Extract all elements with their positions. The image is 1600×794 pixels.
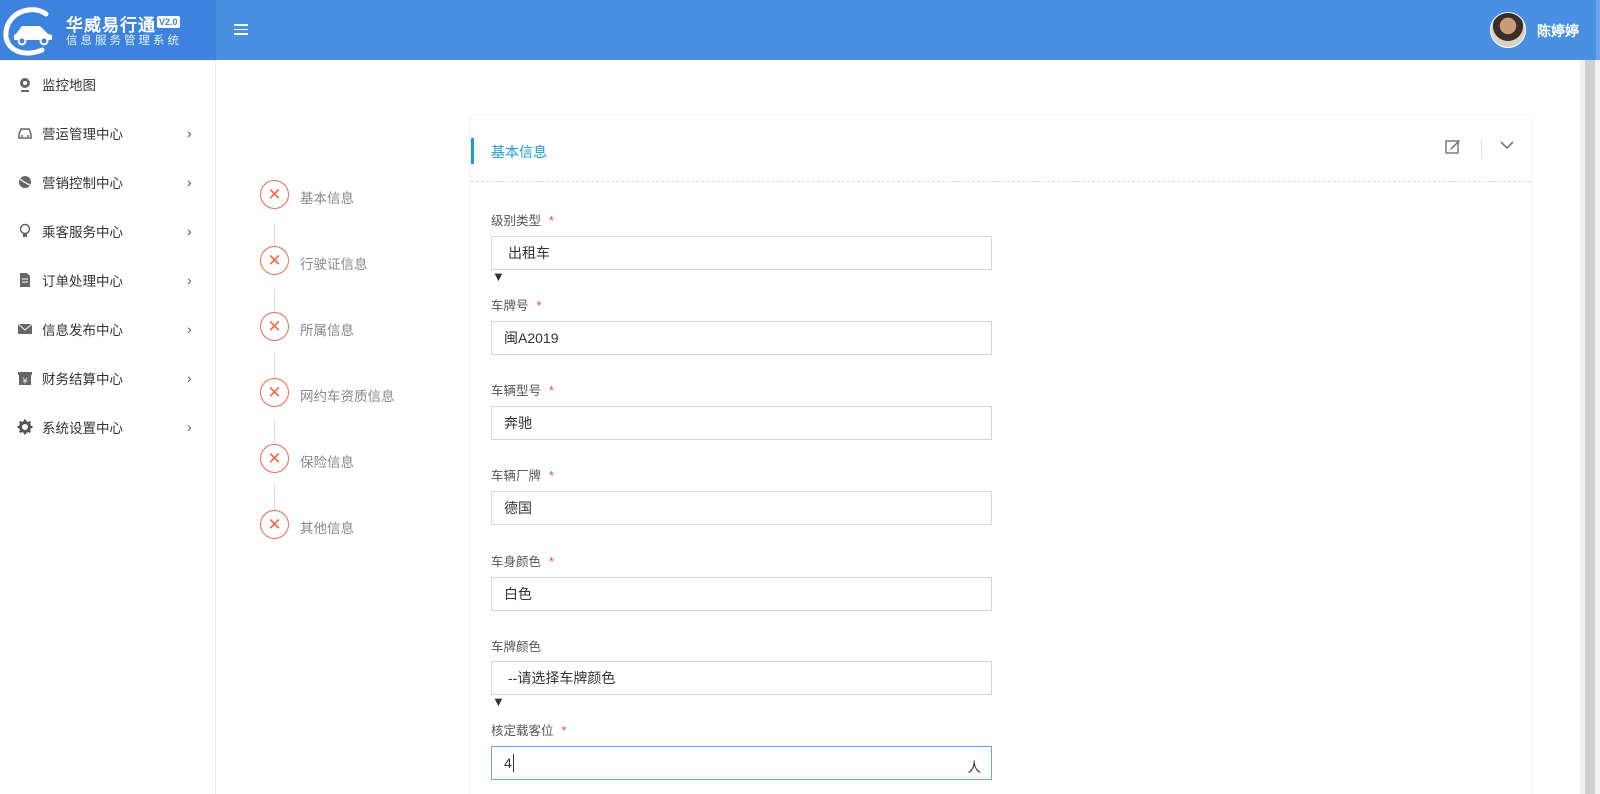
avatar[interactable] [1490, 12, 1526, 48]
sidebar-item-label: 营销控制中心 [42, 176, 123, 191]
scrollbar-thumb[interactable] [1585, 60, 1595, 794]
logo[interactable]: 华威易行通 V2.0 信息服务管理系统 [0, 0, 216, 60]
document-icon [20, 273, 30, 287]
caret-down-icon: ▼ [492, 269, 505, 284]
chevron-right-icon: › [187, 419, 192, 435]
step-label: 其他信息 [300, 521, 354, 536]
caret-down-icon: ▼ [492, 694, 505, 709]
basic-info-card: 基本信息 级别类型* 出租车 ▼ 车牌号* 车辆型号* 车辆厂牌* 车身颜色* … [471, 116, 1531, 794]
level-type-value: 出租车 [508, 245, 550, 261]
level-type-select[interactable]: 出租车 ▼ [491, 236, 992, 284]
error-x-icon: ✕ [260, 246, 289, 275]
vehicle-model-field[interactable] [491, 406, 992, 440]
ball-icon [19, 176, 31, 188]
body-color-input[interactable] [492, 578, 991, 610]
seats-value[interactable]: 4 [504, 755, 512, 771]
seats-label: 核定载客位 * [491, 724, 567, 738]
sidebar-item-label: 信息发布中心 [42, 323, 123, 338]
chevron-right-icon: › [187, 272, 192, 288]
card-header: 基本信息 [471, 116, 1531, 182]
sidebar-item-orders[interactable]: 订单处理中心 › [0, 260, 216, 300]
step-other[interactable]: ✕ 其他信息 [260, 510, 460, 540]
step-driving-license[interactable]: ✕ 行驶证信息 [260, 246, 460, 276]
sidebar-item-marketing[interactable]: 营销控制中心 › [0, 162, 216, 202]
chevron-right-icon: › [187, 174, 192, 190]
sidebar-item-label: 监控地图 [42, 78, 96, 93]
sidebar-item-label: 营运管理中心 [42, 127, 123, 142]
error-x-icon: ✕ [260, 510, 289, 539]
error-x-icon: ✕ [260, 180, 289, 209]
sidebar-item-label: 乘客服务中心 [42, 225, 123, 240]
level-type-label: 级别类型 * [491, 214, 554, 228]
version-badge: V2.0 [157, 16, 180, 28]
logo-icon [3, 7, 52, 56]
sidebar-item-label: 财务结算中心 [42, 372, 123, 387]
chevron-down-icon[interactable] [1498, 136, 1516, 154]
vehicle-brand-field[interactable] [491, 491, 992, 525]
gear-icon [17, 419, 33, 435]
menu-toggle-icon[interactable] [234, 21, 248, 37]
content-scrollbar[interactable] [1580, 60, 1600, 794]
seats-unit: 人 [967, 760, 982, 775]
step-label: 所属信息 [300, 323, 354, 338]
vehicle-model-input[interactable] [492, 407, 991, 439]
step-label: 基本信息 [300, 191, 354, 206]
step-label: 网约车资质信息 [300, 389, 395, 404]
plate-number-input[interactable] [492, 322, 991, 354]
sidebar: 监控地图 营运管理中心 › 营销控制中心 › 乘客服务中心 › 订单处理中心 ›… [0, 60, 216, 794]
chevron-right-icon: › [187, 321, 192, 337]
plate-color-select[interactable]: --请选择车牌颜色 ▼ [491, 661, 992, 709]
vehicle-model-label: 车辆型号 * [491, 384, 554, 398]
yen-box-icon: ¥ [18, 372, 32, 386]
chevron-right-icon: › [187, 125, 192, 141]
plate-number-label: 车牌号 * [491, 299, 542, 313]
header-divider [1481, 140, 1482, 158]
text-cursor [512, 754, 514, 772]
step-basic-info[interactable]: ✕ 基本信息 [260, 180, 460, 210]
sidebar-item-settings[interactable]: 系统设置中心 › [0, 407, 216, 447]
chevron-right-icon: › [187, 370, 192, 386]
body-color-label: 车身颜色 * [491, 555, 554, 569]
sidebar-item-publishing[interactable]: 信息发布中心 › [0, 309, 216, 349]
top-header: 华威易行通 V2.0 信息服务管理系统 陈婷婷 [0, 0, 1600, 105]
sidebar-item-monitor-map[interactable]: 监控地图 [0, 64, 216, 104]
seats-field[interactable]: 4 人 [491, 746, 992, 780]
user-name[interactable]: 陈婷婷 [1537, 21, 1579, 41]
lightbulb-icon [19, 223, 31, 237]
card-title: 基本信息 [491, 144, 547, 160]
vehicle-brand-label: 车辆厂牌 * [491, 469, 554, 483]
edit-icon[interactable] [1445, 138, 1461, 154]
error-x-icon: ✕ [260, 312, 289, 341]
sidebar-item-label: 系统设置中心 [42, 421, 123, 436]
error-x-icon: ✕ [260, 378, 289, 407]
error-x-icon: ✕ [260, 444, 289, 473]
step-insurance[interactable]: ✕ 保险信息 [260, 444, 460, 474]
vehicle-brand-input[interactable] [492, 492, 991, 524]
chevron-right-icon: › [187, 223, 192, 239]
car-icon [18, 128, 32, 139]
body-color-field[interactable] [491, 577, 992, 611]
header-accent-bar [471, 138, 474, 164]
envelope-icon [17, 323, 33, 334]
step-ride-hailing-qualification[interactable]: ✕ 网约车资质信息 [260, 378, 460, 408]
map-pin-icon [20, 78, 30, 92]
svg-text:¥: ¥ [22, 377, 27, 386]
sidebar-item-operations[interactable]: 营运管理中心 › [0, 113, 216, 153]
app-subtitle: 信息服务管理系统 [66, 35, 182, 47]
sidebar-item-finance[interactable]: ¥ 财务结算中心 › [0, 358, 216, 398]
sidebar-item-label: 订单处理中心 [42, 274, 123, 289]
step-affiliation[interactable]: ✕ 所属信息 [260, 312, 460, 342]
plate-color-value: --请选择车牌颜色 [508, 670, 616, 686]
step-label: 行驶证信息 [300, 257, 368, 272]
plate-color-label: 车牌颜色 [491, 640, 542, 654]
plate-number-field[interactable] [491, 321, 992, 355]
sidebar-item-passenger-service[interactable]: 乘客服务中心 › [0, 211, 216, 251]
step-label: 保险信息 [300, 455, 354, 470]
